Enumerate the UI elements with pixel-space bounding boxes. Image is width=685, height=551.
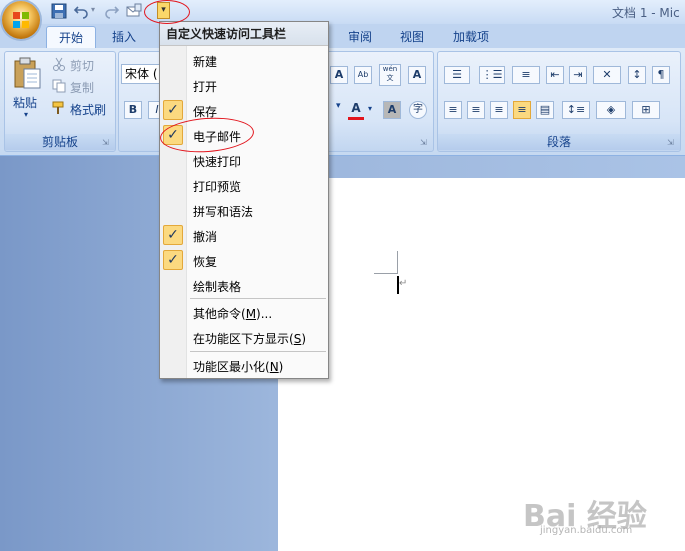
email-icon[interactable]: [126, 3, 142, 19]
clipboard-launcher-icon[interactable]: ⇲: [102, 138, 109, 147]
menu-separator: [190, 298, 326, 299]
shading-button[interactable]: ◈: [596, 101, 626, 119]
increase-indent-button[interactable]: ⇥: [569, 66, 587, 84]
menu-item-label: 绘制表格: [193, 280, 242, 294]
save-icon[interactable]: [51, 3, 67, 19]
menu-item-print-preview[interactable]: 打印预览: [160, 173, 328, 198]
clear-format-icon[interactable]: Ab: [354, 66, 372, 84]
office-logo-icon: [13, 12, 29, 28]
char-border-button[interactable]: A: [408, 66, 426, 84]
paragraph-launcher-icon[interactable]: ⇲: [667, 138, 674, 147]
paragraph-mark: ↵: [399, 278, 408, 289]
phonetic-guide-button[interactable]: wén 文: [379, 64, 401, 86]
tab-addins[interactable]: 加载项: [441, 26, 501, 48]
format-painter-button[interactable]: 格式刷: [70, 101, 106, 118]
sort-button[interactable]: ↕: [628, 66, 646, 84]
bullets-button[interactable]: ☰: [444, 66, 470, 84]
paste-button[interactable]: 粘贴: [13, 94, 37, 111]
font-launcher-icon[interactable]: ⇲: [420, 138, 427, 147]
menu-item-label: 撤消: [193, 230, 218, 244]
menu-item-label: 快速打印: [193, 155, 242, 169]
undo-dropdown-icon[interactable]: ▾: [91, 5, 95, 14]
align-center-button[interactable]: ≡: [467, 101, 485, 119]
title-bar: [0, 0, 685, 24]
undo-icon[interactable]: [73, 3, 89, 19]
align-right-button[interactable]: ≡: [490, 101, 508, 119]
redo-icon[interactable]: [104, 3, 120, 19]
bold-button[interactable]: B: [124, 101, 142, 119]
menu-header: 自定义快速访问工具栏: [160, 22, 328, 46]
enclose-char-button[interactable]: 字: [409, 101, 427, 119]
window-title: 文档 1 - Mic: [612, 6, 680, 20]
menu-item-label: 打开: [193, 80, 218, 94]
cut-button[interactable]: 剪切: [70, 57, 94, 74]
crop-mark-vertical: [397, 251, 398, 274]
decrease-indent-button[interactable]: ⇤: [546, 66, 564, 84]
phonetic-label: wén: [382, 65, 398, 73]
menu-item-save[interactable]: ✓ 保存: [160, 98, 328, 123]
tab-home[interactable]: 开始: [46, 26, 97, 49]
paragraph-group-label: 段落: [438, 134, 680, 150]
chinese-layout-button[interactable]: ✕: [593, 66, 621, 84]
show-marks-button[interactable]: ¶: [652, 66, 670, 84]
menu-item-spelling[interactable]: 拼写和语法: [160, 198, 328, 223]
menu-item-minimize-ribbon[interactable]: 功能区最小化(N): [160, 353, 328, 378]
copy-icon: [52, 79, 66, 93]
cut-icon: [53, 57, 65, 71]
paste-icon[interactable]: [12, 57, 42, 89]
menu-item-label: 新建: [193, 55, 218, 69]
copy-button[interactable]: 复制: [70, 79, 94, 96]
menu-item-redo[interactable]: ✓ 恢复: [160, 248, 328, 273]
menu-item-draw-table[interactable]: 绘制表格: [160, 273, 328, 298]
menu-item-label: 恢复: [193, 255, 218, 269]
annotation-circle-qat: [144, 0, 190, 24]
tab-review[interactable]: 审阅: [336, 26, 384, 48]
char-shading-button[interactable]: A: [383, 101, 401, 119]
justify-button[interactable]: ≡: [513, 101, 531, 119]
grow-font-button[interactable]: A: [330, 66, 348, 84]
distributed-button[interactable]: ▤: [536, 101, 554, 119]
menu-item-show-below-ribbon[interactable]: 在功能区下方显示(S): [160, 325, 328, 350]
menu-item-new[interactable]: 新建: [160, 48, 328, 73]
font-color-glyph: A: [351, 101, 361, 115]
font-color-button[interactable]: A: [346, 101, 366, 121]
font-name-field[interactable]: 宋体 (: [121, 64, 163, 84]
borders-button[interactable]: ⊞: [632, 101, 660, 119]
watermark-url: jingyan.baidu.com: [540, 525, 633, 536]
menu-item-label: 在功能区下方显示(S): [193, 332, 306, 346]
customize-qat-menu: 自定义快速访问工具栏 新建 打开 ✓ 保存 ✓ 电子邮件 快速打印 打印预览 拼…: [159, 21, 329, 379]
menu-item-label: 打印预览: [193, 180, 242, 194]
paste-dropdown-icon[interactable]: ▾: [24, 110, 28, 119]
menu-item-label: 功能区最小化(N): [193, 360, 284, 374]
menu-item-more-commands[interactable]: 其他命令(M)...: [160, 300, 328, 325]
numbering-button[interactable]: ⋮☰: [479, 66, 505, 84]
font-color-swatch: [348, 117, 364, 120]
align-left-button[interactable]: ≡: [444, 101, 462, 119]
menu-item-open[interactable]: 打开: [160, 73, 328, 98]
check-icon: ✓: [163, 100, 183, 120]
menu-item-label: 拼写和语法: [193, 205, 254, 219]
line-spacing-button[interactable]: ↕≡: [562, 101, 590, 119]
menu-item-undo[interactable]: ✓ 撤消: [160, 223, 328, 248]
crop-mark-horizontal: [374, 273, 398, 274]
office-button[interactable]: [2, 1, 40, 39]
clipboard-group-label: 剪贴板: [5, 134, 115, 150]
font-color-dropdown-icon[interactable]: ▾: [368, 104, 372, 113]
menu-separator: [190, 351, 326, 352]
menu-item-quick-print[interactable]: 快速打印: [160, 148, 328, 173]
multilevel-list-button[interactable]: ≡: [512, 66, 540, 84]
highlight-dropdown-icon[interactable]: ▾: [336, 101, 341, 111]
menu-item-label: 其他命令(M)...: [193, 307, 273, 321]
tab-view[interactable]: 视图: [388, 26, 436, 48]
format-painter-icon: [52, 101, 64, 114]
tab-insert[interactable]: 插入: [100, 26, 148, 48]
check-icon: ✓: [163, 225, 183, 245]
check-icon: ✓: [163, 250, 183, 270]
